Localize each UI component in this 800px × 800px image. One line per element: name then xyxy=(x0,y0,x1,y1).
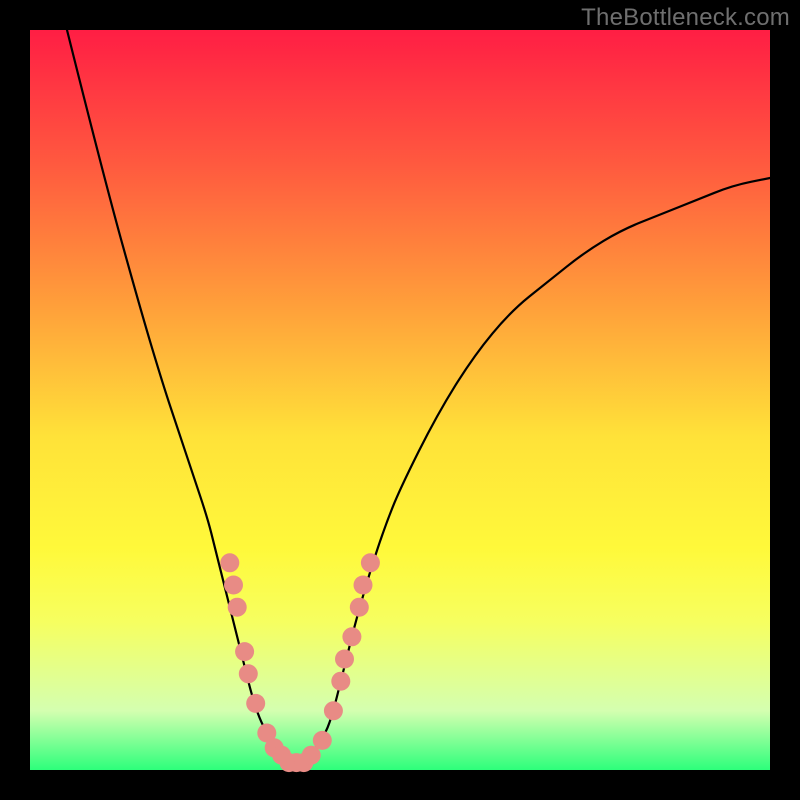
marker-dot xyxy=(354,576,373,595)
marker-dot xyxy=(335,650,354,669)
watermark-text: TheBottleneck.com xyxy=(581,4,790,32)
curve-left-curve xyxy=(67,30,296,763)
chart-frame: TheBottleneck.com xyxy=(0,0,800,800)
curve-right-curve xyxy=(296,178,770,763)
marker-dot xyxy=(239,664,258,683)
marker-dot xyxy=(228,598,247,617)
marker-dot xyxy=(220,553,239,572)
marker-dot xyxy=(313,731,332,750)
marker-dot xyxy=(246,694,265,713)
marker-dot xyxy=(342,627,361,646)
marker-dot xyxy=(350,598,369,617)
marker-dot xyxy=(324,701,343,720)
marker-dot xyxy=(235,642,254,661)
marker-dot xyxy=(361,553,380,572)
chart-svg xyxy=(30,30,770,770)
marker-dot xyxy=(331,672,350,691)
marker-dot xyxy=(224,576,243,595)
